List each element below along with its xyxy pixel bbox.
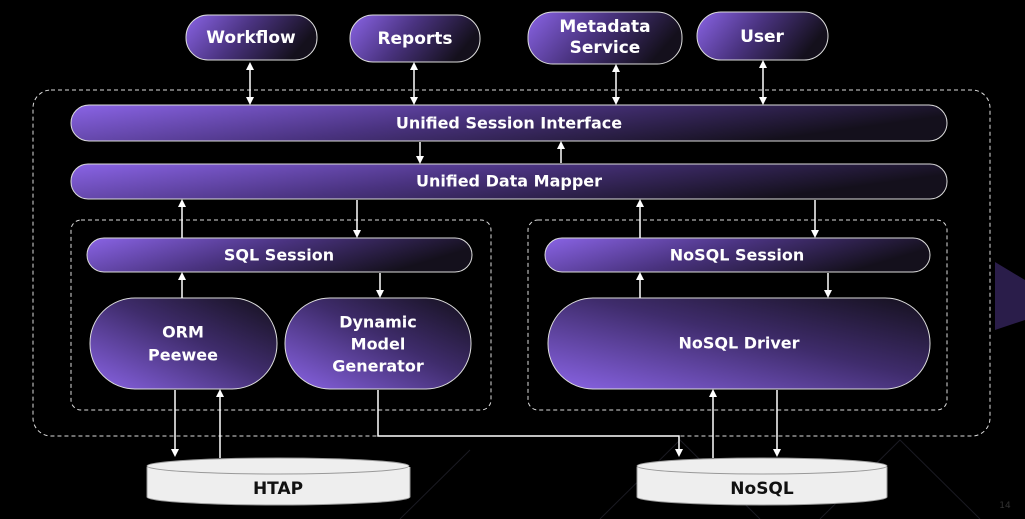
- dmg-label-line3: Generator: [332, 357, 424, 376]
- metadata-label-line2: Service: [570, 38, 641, 58]
- user-label: User: [740, 27, 784, 47]
- dynamic-model-generator: Dynamic Model Generator: [284, 297, 472, 390]
- node-user: User: [696, 11, 829, 61]
- sql-session-label: SQL Session: [224, 246, 334, 265]
- node-workflow: Workflow: [185, 14, 318, 61]
- page-number: 14: [999, 501, 1011, 511]
- nosql-driver: NoSQL Driver: [547, 297, 931, 390]
- dmg-label-line2: Model: [351, 335, 406, 354]
- htap-label: HTAP: [253, 479, 303, 499]
- nosql-db-label: NoSQL: [730, 479, 794, 499]
- sql-session: SQL Session: [86, 237, 473, 273]
- node-metadata-service: Metadata Service: [527, 11, 683, 65]
- udm-label: Unified Data Mapper: [416, 172, 602, 191]
- workflow-label: Workflow: [206, 28, 296, 48]
- database-nosql: NoSQL: [636, 457, 888, 506]
- orm-label-line2: Peewee: [148, 346, 218, 365]
- reports-label: Reports: [377, 29, 452, 49]
- dmg-label-line1: Dynamic: [339, 313, 417, 332]
- node-reports: Reports: [349, 14, 481, 63]
- architecture-diagram: Workflow Reports Metadata Service User U…: [32, 11, 1025, 519]
- nosql-driver-label: NoSQL Driver: [678, 334, 799, 353]
- usi-label: Unified Session Interface: [396, 114, 622, 133]
- orm-peewee: ORM Peewee: [89, 297, 278, 390]
- nosql-session-label: NoSQL Session: [670, 246, 805, 265]
- unified-session-interface: Unified Session Interface: [70, 104, 948, 142]
- database-htap: HTAP: [146, 457, 411, 506]
- nosql-session: NoSQL Session: [544, 237, 931, 273]
- metadata-label-line1: Metadata: [559, 17, 650, 37]
- background-hexagon: [995, 262, 1025, 330]
- orm-label-line1: ORM: [162, 323, 204, 342]
- unified-data-mapper: Unified Data Mapper: [70, 163, 948, 200]
